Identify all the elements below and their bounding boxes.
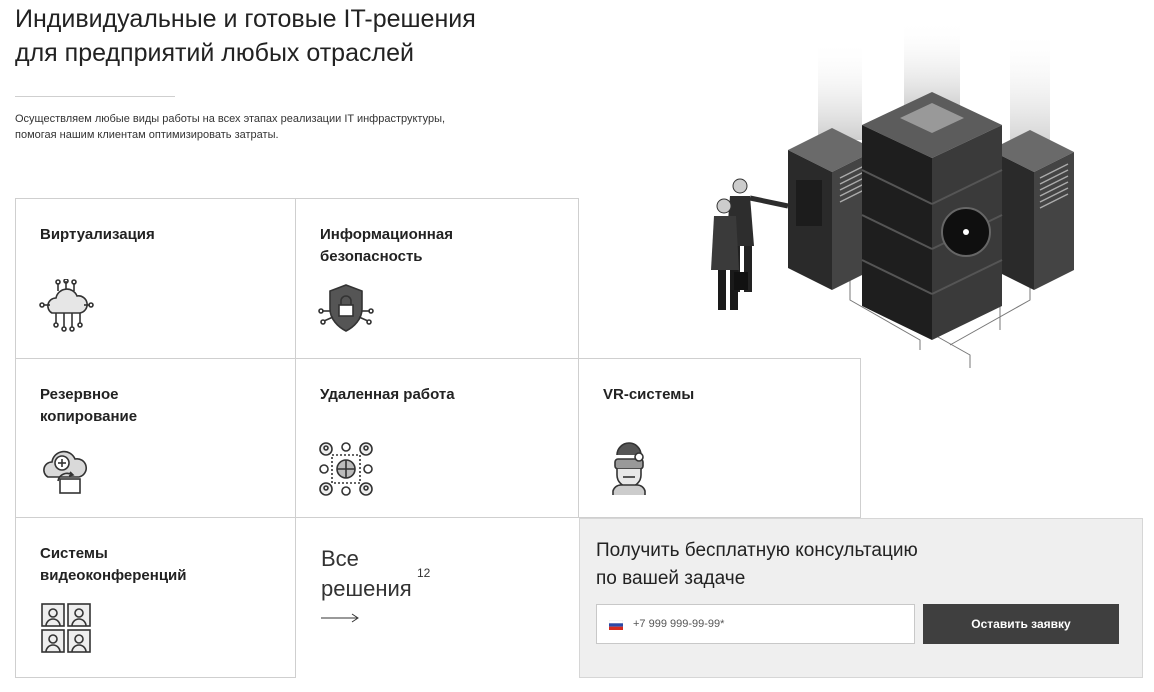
- card-title: Виртуализация: [40, 226, 155, 243]
- russia-flag-icon[interactable]: [609, 620, 623, 630]
- business-people: [711, 178, 789, 310]
- cloud-circuit-icon: [39, 279, 94, 332]
- submit-request-button[interactable]: Оставить заявку: [923, 604, 1119, 644]
- title-divider: [15, 96, 175, 97]
- light-beam: [818, 40, 862, 140]
- shield-lock-icon: [318, 284, 374, 332]
- card-virtualization[interactable]: Виртуализация: [15, 198, 296, 359]
- server-center: [861, 92, 1003, 340]
- solutions-count: 12: [417, 566, 431, 580]
- card-vr-systems[interactable]: VR-системы: [578, 358, 861, 518]
- card-title: Информационная безопасность: [320, 226, 453, 265]
- all-solutions-link[interactable]: Все решения 12: [321, 544, 431, 623]
- globe-network-icon: [319, 442, 373, 496]
- card-title: Системы видеоконференций: [40, 545, 187, 584]
- long-arrow-right-icon: [321, 613, 359, 623]
- all-solutions-label: Все решения: [321, 546, 412, 601]
- page-description: Осуществляем любые виды работы на всех э…: [15, 113, 446, 141]
- consultation-title: Получить бесплатную консультацию по ваше…: [596, 540, 918, 589]
- card-title: Удаленная работа: [320, 386, 455, 403]
- server-isometric-illustration: [711, 20, 1074, 368]
- card-security[interactable]: Информационная безопасность: [295, 198, 579, 359]
- page-title: Индивидуальные и готовые IT-решения для …: [15, 5, 476, 67]
- card-remote-work[interactable]: Удаленная работа: [295, 358, 579, 518]
- video-grid-icon: [41, 603, 91, 653]
- phone-input[interactable]: [633, 605, 908, 643]
- card-backup[interactable]: Резервное копирование: [15, 358, 296, 518]
- cloud-backup-icon: [43, 450, 88, 494]
- vr-headset-person-icon: [612, 442, 646, 495]
- card-title: VR-системы: [603, 386, 695, 403]
- server-right: [990, 130, 1074, 290]
- card-title: Резервное копирование: [40, 386, 138, 425]
- consultation-form: Получить бесплатную консультацию по ваше…: [579, 518, 1143, 678]
- phone-field[interactable]: [596, 604, 915, 644]
- card-videoconference[interactable]: Системы видеоконференций: [15, 517, 296, 678]
